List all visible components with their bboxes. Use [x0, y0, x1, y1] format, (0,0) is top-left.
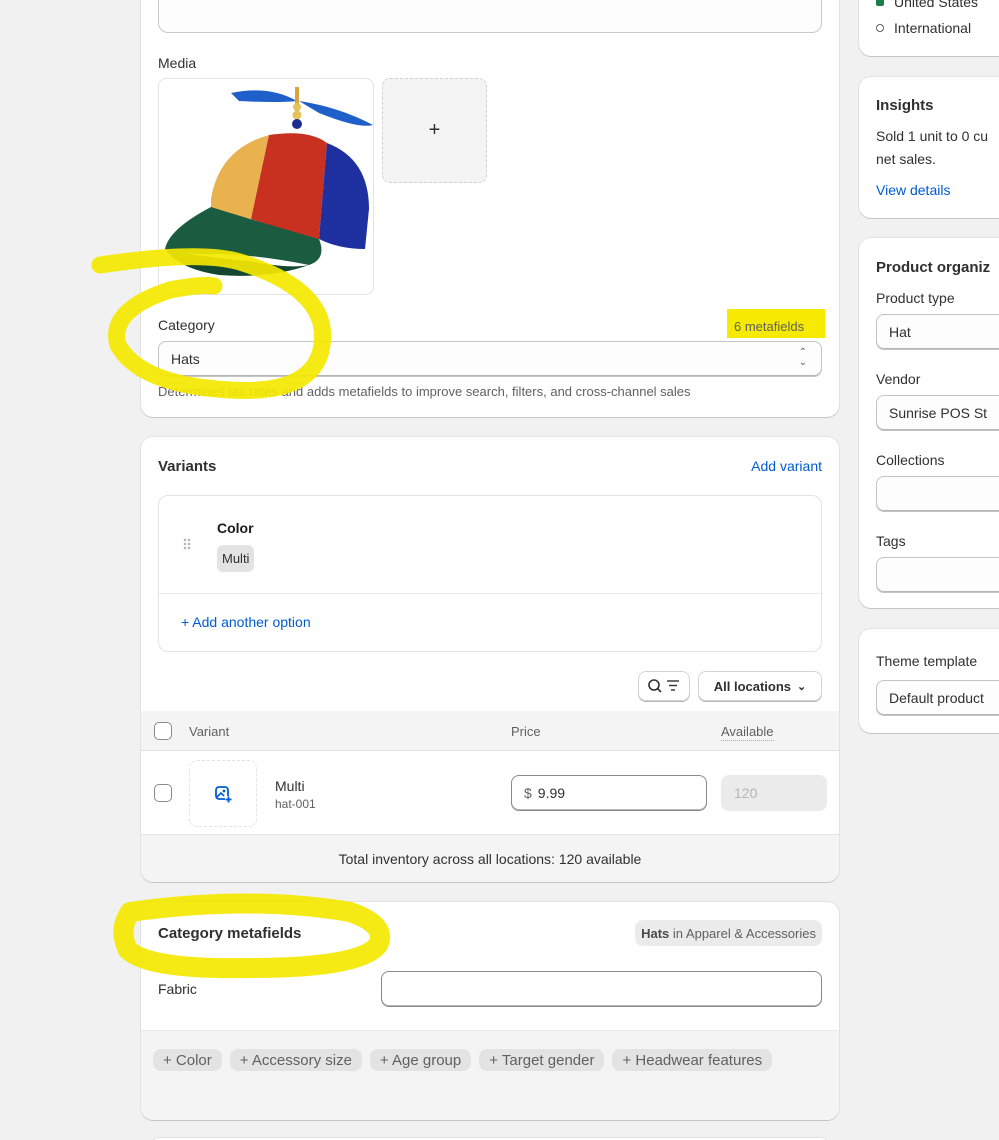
add-media-button[interactable]: + — [382, 78, 487, 183]
product-image[interactable] — [158, 78, 374, 295]
active-dot-icon — [876, 0, 884, 6]
locations-filter-button[interactable]: All locations ⌄ — [698, 671, 822, 701]
total-inventory-footer: Total inventory across all locations: 12… — [141, 834, 839, 882]
market-united-states: United States — [876, 0, 978, 10]
variant-name[interactable]: Multi — [275, 778, 305, 794]
select-all-checkbox[interactable] — [154, 722, 172, 740]
add-another-option-link[interactable]: + Add another option — [181, 614, 311, 630]
category-value: Hats — [171, 351, 200, 367]
variant-image-upload[interactable] — [189, 760, 257, 827]
variant-row[interactable]: Multi hat-001 $ 9.99 120 — [141, 752, 839, 834]
add-accessory-size-metafield[interactable]: + Accessory size — [229, 1049, 362, 1071]
inactive-dot-icon — [876, 24, 884, 32]
insights-text-2: net sales. — [876, 151, 936, 167]
markets-card: United States International — [859, 0, 999, 56]
select-chevrons-icon: ⌃ ⌄ — [798, 347, 807, 368]
price-value: 9.99 — [537, 785, 566, 801]
propeller-hat-image — [165, 87, 373, 276]
media-label: Media — [158, 55, 197, 71]
market-label: United States — [894, 0, 979, 10]
market-label: International — [894, 20, 972, 36]
options-box: Color Multi + Add another option — [158, 495, 822, 652]
drag-handle-icon[interactable] — [183, 538, 191, 550]
chevron-down-icon: ⌄ — [797, 680, 807, 693]
collections-input[interactable] — [876, 476, 999, 512]
insights-card: Insights Sold 1 unit to 0 cu net sales. … — [859, 77, 999, 218]
product-type-input[interactable]: Hat — [876, 314, 999, 350]
tags-label: Tags — [876, 533, 906, 549]
category-help-text: Determines tax rates and adds metafields… — [158, 384, 691, 399]
product-organization-title: Product organiz — [876, 259, 991, 276]
vendor-label: Vendor — [876, 371, 921, 387]
option-value-label: Multi — [222, 551, 250, 566]
product-type-label: Product type — [876, 290, 955, 306]
available-input[interactable]: 120 — [721, 775, 827, 811]
theme-template-card: Theme template Default product — [859, 629, 999, 733]
variant-sku: hat-001 — [275, 797, 316, 811]
category-badge-bold: Hats — [641, 925, 670, 941]
vendor-value: Sunrise POS St — [889, 405, 988, 421]
price-input[interactable]: $ 9.99 — [511, 775, 707, 811]
variants-card: Variants Add variant Color Multi + Add a… — [141, 437, 839, 882]
option-name: Color — [217, 520, 254, 536]
category-badge: Hats in Apparel & Accessories — [635, 920, 822, 946]
variants-table-header: Variant Price Available — [141, 711, 839, 751]
options-divider — [159, 593, 821, 594]
insights-title: Insights — [876, 97, 934, 114]
option-value-chip[interactable]: Multi — [217, 545, 255, 572]
suggested-metafields: + Color + Accessory size + Age group + T… — [141, 1030, 839, 1120]
product-organization-card: Product organiz Product type Hat Vendor … — [859, 238, 999, 608]
theme-template-value: Default product — [889, 690, 984, 706]
insights-text-1: Sold 1 unit to 0 cu — [876, 128, 989, 144]
plus-icon: + — [428, 119, 441, 141]
available-value: 120 — [734, 785, 758, 801]
product-type-value: Hat — [889, 324, 911, 340]
locations-filter-label: All locations — [713, 678, 792, 694]
category-label: Category — [158, 317, 215, 333]
header-available[interactable]: Available — [721, 724, 774, 741]
tags-input[interactable] — [876, 557, 999, 593]
theme-template-label: Theme template — [876, 653, 978, 669]
vendor-input[interactable]: Sunrise POS St — [876, 395, 999, 431]
fabric-input[interactable] — [381, 971, 822, 1007]
add-target-gender-metafield[interactable]: + Target gender — [479, 1049, 605, 1071]
view-details-link[interactable]: View details — [876, 182, 950, 198]
header-variant[interactable]: Variant — [189, 724, 229, 739]
category-badge-rest: in Apparel & Accessories — [669, 925, 816, 941]
add-image-icon — [215, 785, 232, 803]
search-filter-button[interactable] — [638, 671, 690, 701]
theme-template-select[interactable]: Default product — [876, 680, 999, 716]
category-metafields-card: Category metafields Hats in Apparel & Ac… — [141, 902, 839, 1120]
add-age-group-metafield[interactable]: + Age group — [369, 1049, 472, 1071]
category-select[interactable]: Hats ⌃ ⌄ — [158, 341, 822, 377]
variant-checkbox[interactable] — [154, 784, 172, 802]
add-headwear-features-metafield[interactable]: + Headwear features — [612, 1049, 773, 1071]
header-price: Price — [511, 724, 541, 739]
variants-title: Variants — [158, 458, 217, 475]
search-filter-icon — [648, 679, 679, 693]
category-metafields-title: Category metafields — [158, 925, 302, 942]
fabric-label: Fabric — [158, 981, 197, 997]
collections-label: Collections — [876, 452, 945, 468]
market-international: International — [876, 20, 971, 36]
product-details-card: Media + Category 6 metafields Hats ⌃ ⌄ D… — [141, 0, 839, 417]
metafields-count[interactable]: 6 metafields — [734, 319, 804, 334]
total-inventory-text: Total inventory across all locations: 12… — [338, 850, 642, 867]
add-variant-link[interactable]: Add variant — [751, 458, 822, 474]
add-color-metafield[interactable]: + Color — [153, 1049, 222, 1071]
currency-prefix: $ — [524, 785, 532, 801]
description-editor[interactable] — [158, 0, 822, 33]
